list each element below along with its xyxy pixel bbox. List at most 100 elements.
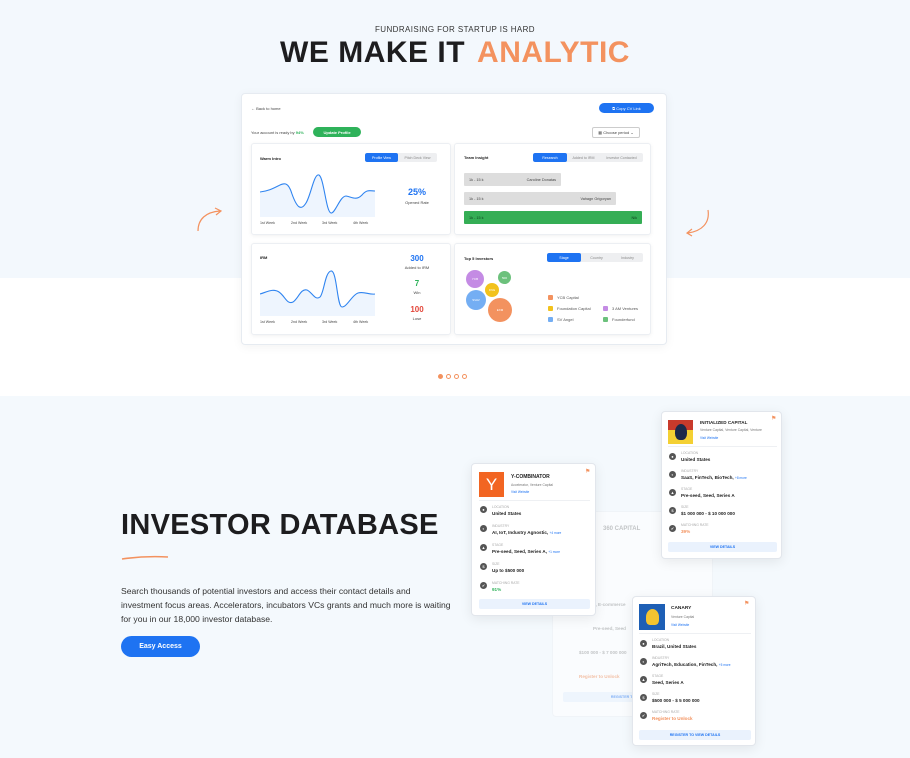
x-tick: 3rd Week	[322, 221, 338, 225]
investor-bubble: YCB	[466, 270, 484, 288]
carousel-dot[interactable]	[446, 374, 451, 379]
legend-swatch	[603, 306, 608, 311]
visit-website-link[interactable]: Visit Website	[671, 623, 689, 627]
field-value: United States	[681, 457, 711, 462]
warm-intro-title: Warm Intro	[260, 156, 281, 161]
industry-text: AgriTech, Education, FinTech,	[652, 662, 718, 667]
tab-investor-contacted[interactable]: Investor Contacted	[600, 153, 643, 162]
investor-bubble: FNG	[485, 283, 499, 297]
logo-bird	[675, 424, 687, 440]
tab-research[interactable]: Research	[533, 153, 567, 162]
legend-swatch	[548, 317, 553, 322]
initialized-logo	[668, 420, 693, 444]
insight-range: 1k - 15 k	[469, 215, 484, 220]
field-value: Pre-seed, Seed, Series A, +1 more	[492, 549, 560, 554]
irm-card: IRM 1st Week 2nd Week 3rd Week 4th Week …	[251, 243, 451, 335]
industry-icon: ◐	[480, 525, 487, 532]
choose-period-select[interactable]: ▦ Choose period ⌄	[592, 127, 640, 138]
back-label: Back to home	[256, 106, 281, 111]
stage-icon: ▲	[640, 676, 647, 683]
field-value: Brazil, United States	[652, 644, 697, 649]
match-value: 91%	[492, 587, 502, 592]
tab-stage[interactable]: Stage	[547, 253, 581, 262]
choose-period-label: Choose period	[603, 130, 630, 135]
x-tick: 2nd Week	[291, 221, 308, 225]
team-insight-title: Team Insight	[464, 155, 489, 160]
field-label: LOCATION	[681, 451, 699, 455]
carousel-dot[interactable]	[438, 374, 443, 379]
carousel-dot[interactable]	[454, 374, 459, 379]
insight-bar-row: 1k - 15 k Nik	[464, 211, 642, 224]
investor-database-title: INVESTOR DATABASE	[121, 509, 439, 541]
hero-eyebrow: FUNDRAISING FOR STARTUP IS HARD	[375, 25, 535, 34]
tab-country[interactable]: Country	[581, 253, 612, 262]
update-profile-button[interactable]: Update Profile	[313, 127, 361, 137]
ghost-name: 360 CAPITAL	[603, 526, 641, 532]
field-value: United States	[492, 511, 522, 516]
field-label: MATCHING RATE	[492, 581, 520, 585]
dashboard-mockup: ← Back to home ⧉ Copy CV Link Your accou…	[241, 93, 667, 345]
legend-label: Founderfund	[612, 317, 635, 322]
field-value: $1 000 000 - $ 10 000 000	[681, 511, 735, 516]
more-link[interactable]: +4 more	[550, 531, 562, 535]
tab-profile-view[interactable]: Profile View	[365, 153, 398, 162]
stage-icon: ▲	[669, 489, 676, 496]
top5-investors-card: Top 5 Investors Stage Country Industry YCB…	[454, 243, 651, 335]
more-link[interactable]: +5 more	[719, 663, 731, 667]
insight-name: Nik	[631, 215, 637, 220]
legend-swatch	[548, 295, 553, 300]
visit-website-link[interactable]: Visit Website	[511, 490, 529, 494]
carousel-dots	[438, 374, 467, 379]
back-to-home-link[interactable]: ← Back to home	[251, 106, 281, 111]
copy-cv-link-button[interactable]: ⧉ Copy CV Link	[599, 103, 654, 113]
legend-label: Foundation Capital	[557, 306, 591, 311]
field-label: MATCHING RATE	[681, 523, 709, 527]
match-icon: ✔	[669, 525, 676, 532]
stage-text: Pre-seed, Seed, Series A,	[492, 549, 547, 554]
field-label: MATCHING RATE	[652, 710, 680, 714]
investor-type: Venture Capital	[671, 615, 695, 619]
more-link[interactable]: +1 more	[548, 550, 560, 554]
legend-item: Foundation Capital	[548, 306, 591, 311]
bookmark-icon[interactable]: ⚑	[744, 600, 749, 607]
field-label: STAGE	[652, 674, 664, 678]
ghost-field: $100 000 - $ 7 000 000	[579, 650, 627, 655]
easy-access-button[interactable]: Easy Access	[121, 636, 200, 657]
warm-intro-line-chart	[260, 174, 375, 217]
carousel-dot[interactable]	[462, 374, 467, 379]
register-to-view-details-button[interactable]: REGISTER TO VIEW DETAILS	[639, 730, 751, 740]
legend-item: 3 AM Ventures	[603, 306, 638, 311]
visit-website-link[interactable]: Visit Website	[700, 436, 718, 440]
irm-win-label: Win	[413, 290, 421, 295]
tab-industry[interactable]: Industry	[612, 253, 643, 262]
investor-type: Venture Capital, Venture Capital, Ventur…	[700, 428, 762, 432]
irm-lose-label: Lose	[412, 316, 422, 321]
hero-title-main: WE MAKE IT	[280, 36, 466, 69]
view-details-button[interactable]: VIEW DETAILS	[668, 542, 777, 552]
chevron-down-icon: ⌄	[629, 130, 634, 135]
tab-added-to-irm[interactable]: Added to IRM	[567, 153, 600, 162]
irm-lose-value: 100	[410, 305, 424, 314]
tab-pitch-deck-view[interactable]: Pitch Deck View	[398, 153, 437, 162]
irm-title: IRM	[260, 255, 268, 260]
warm-intro-card: Warm Intro Profile View Pitch Deck View 1…	[251, 143, 451, 235]
logo-bird	[646, 609, 659, 625]
investor-description: Search thousands of potential investors …	[121, 586, 451, 624]
bookmark-icon[interactable]: ⚑	[585, 468, 590, 475]
field-label: INDUSTRY	[652, 656, 670, 660]
dollar-icon: $	[669, 507, 676, 514]
ghost-field: P, E-commerce	[593, 602, 626, 607]
field-value: SaaS, FinTech, BioTech, +8 more	[681, 475, 747, 480]
investor-name: Y-COMBINATOR	[511, 474, 550, 480]
landing-page: FUNDRAISING FOR STARTUP IS HARD WE MAKE …	[0, 0, 910, 758]
field-label: SIZE	[681, 505, 689, 509]
field-label: LOCATION	[652, 638, 670, 642]
view-details-button[interactable]: VIEW DETAILS	[479, 599, 590, 609]
field-value: Up to $500 000	[492, 568, 525, 573]
field-label: LOCATION	[492, 505, 510, 509]
irm-line-chart	[260, 270, 375, 316]
more-link[interactable]: +8 more	[735, 476, 747, 480]
bookmark-icon[interactable]: ⚑	[771, 415, 776, 422]
legend-label: YCB Capital	[557, 295, 579, 300]
ghost-field: Register to Unlock	[579, 674, 620, 679]
